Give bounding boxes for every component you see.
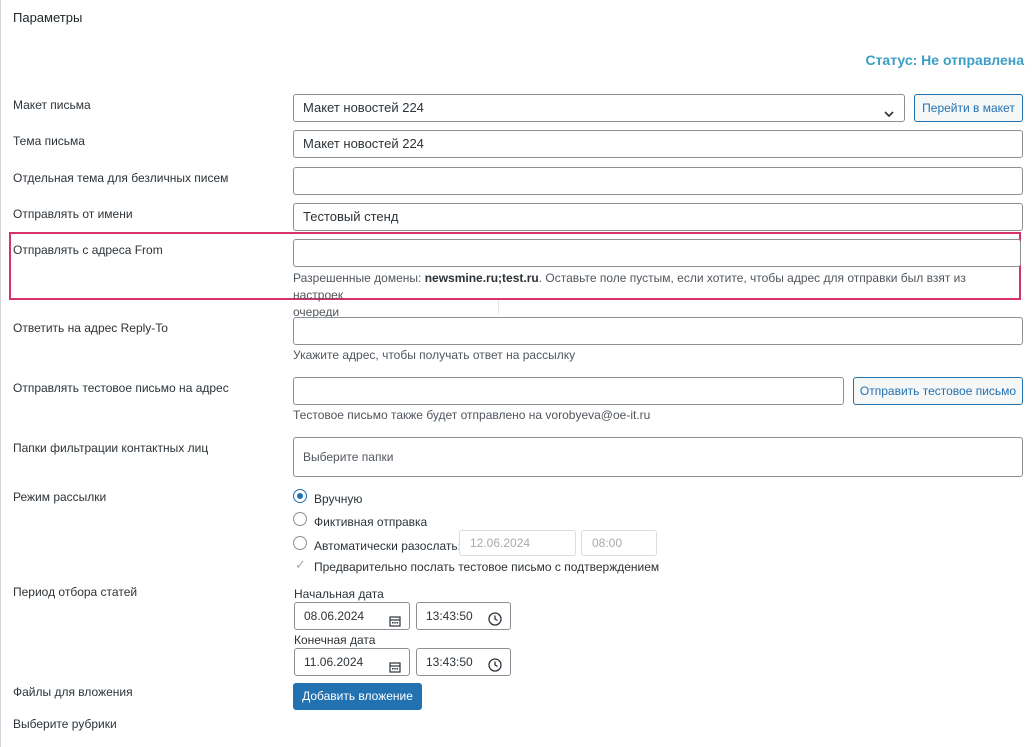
start-date-label: Начальная дата xyxy=(294,587,384,601)
radio-manual[interactable] xyxy=(293,489,307,503)
layout-select[interactable]: Макет новостей 224 xyxy=(293,94,905,122)
from-address-help: Разрешенные домены: newsmine.ru;test.ru.… xyxy=(293,270,1013,321)
test-email-label: Отправлять тестовое письмо на адрес xyxy=(13,381,229,395)
auto-time-input[interactable]: 08:00 xyxy=(581,530,657,556)
layout-select-value: Макет новостей 224 xyxy=(303,100,424,115)
impersonal-subject-input[interactable] xyxy=(293,167,1023,195)
start-time-value: 13:43:50 xyxy=(426,609,473,623)
page-title: Параметры xyxy=(13,10,83,25)
test-email-help: Тестовое письмо также будет отправлено н… xyxy=(293,408,651,422)
impersonal-subject-label: Отдельная тема для безличных писем xyxy=(13,171,229,185)
radio-fictive-label[interactable]: Фиктивная отправка xyxy=(314,515,427,529)
layout-label: Макет письма xyxy=(13,98,91,112)
auto-date-input[interactable]: 12.06.2024 xyxy=(459,530,576,556)
allowed-domains: newsmine.ru;test.ru xyxy=(424,271,539,285)
reply-to-input[interactable] xyxy=(293,317,1023,345)
calendar-icon[interactable] xyxy=(389,610,401,636)
radio-fictive[interactable] xyxy=(293,512,307,526)
reply-to-label: Ответить на адрес Reply-To xyxy=(13,321,168,335)
send-test-email-button[interactable]: Отправить тестовое письмо xyxy=(853,377,1023,405)
start-date-value: 08.06.2024 xyxy=(304,609,365,623)
end-time-input[interactable]: 13:43:50 xyxy=(416,648,511,676)
chevron-down-icon xyxy=(883,103,895,129)
attachments-label: Файлы для вложения xyxy=(13,685,133,699)
pre-test-label[interactable]: Предварительно послать тестовое письмо с… xyxy=(314,560,659,574)
end-date-input[interactable]: 11.06.2024 xyxy=(294,648,410,676)
end-date-label: Конечная дата xyxy=(294,633,376,647)
rubrics-label: Выберите рубрики xyxy=(13,717,117,731)
divider xyxy=(498,300,499,314)
start-date-input[interactable]: 08.06.2024 xyxy=(294,602,410,630)
test-email-input[interactable] xyxy=(293,377,844,405)
subject-input[interactable]: Макет новостей 224 xyxy=(293,130,1023,158)
start-time-input[interactable]: 13:43:50 xyxy=(416,602,511,630)
folders-placeholder: Выберите папки xyxy=(303,450,394,464)
calendar-icon[interactable] xyxy=(389,656,401,682)
radio-manual-label[interactable]: Вручную xyxy=(314,492,362,506)
add-attachment-button[interactable]: Добавить вложение xyxy=(293,683,422,710)
from-address-label: Отправлять с адреса From xyxy=(13,243,163,257)
folders-select[interactable]: Выберите папки xyxy=(293,437,1023,477)
reply-to-help: Укажите адрес, чтобы получать ответ на р… xyxy=(293,348,576,362)
subject-label: Тема письма xyxy=(13,134,85,148)
from-name-input[interactable]: Тестовый стенд xyxy=(293,203,1023,231)
folders-label: Папки фильтрации контактных лиц xyxy=(13,441,209,455)
help-prefix: Разрешенные домены: xyxy=(293,271,425,285)
mode-label: Режим рассылки xyxy=(13,490,107,504)
from-address-input[interactable] xyxy=(293,239,1021,267)
clock-icon[interactable] xyxy=(488,655,502,681)
status-text: Статус: Не отправлена xyxy=(865,52,1024,68)
clock-icon[interactable] xyxy=(488,609,502,635)
period-label: Период отбора статей xyxy=(13,585,138,599)
end-time-value: 13:43:50 xyxy=(426,655,473,669)
radio-auto[interactable] xyxy=(293,536,307,550)
pre-test-check-icon[interactable]: ✓ xyxy=(295,557,306,573)
left-border xyxy=(0,0,1,747)
radio-auto-label[interactable]: Автоматически разослать: xyxy=(314,539,461,553)
go-to-layout-button[interactable]: Перейти в макет xyxy=(914,94,1023,122)
from-name-label: Отправлять от имени xyxy=(13,207,133,221)
end-date-value: 11.06.2024 xyxy=(304,655,364,669)
